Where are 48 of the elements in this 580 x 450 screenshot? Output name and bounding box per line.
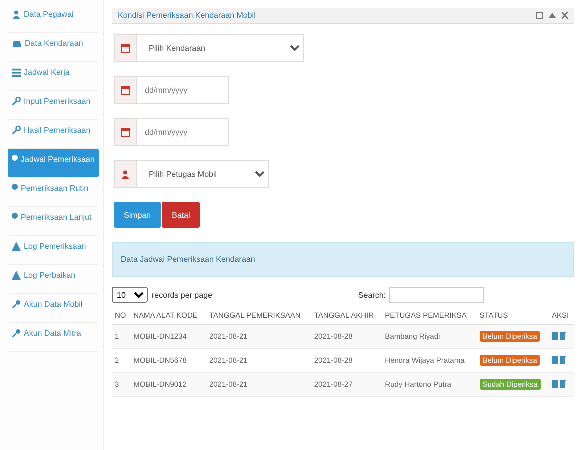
wrench-icon (12, 126, 21, 135)
sidebar-item[interactable]: Pemeriksaan Rutin (8, 178, 99, 207)
calendar-icon (121, 85, 130, 95)
sidebar-item[interactable]: Log Pemeriksaan (8, 236, 99, 265)
wrench-icon (12, 97, 21, 106)
dot-icon (12, 213, 18, 219)
close-icon[interactable] (562, 12, 568, 19)
page-size-label: records per page (152, 290, 212, 300)
dot-icon (12, 184, 18, 190)
list-icon (12, 68, 21, 77)
car-icon (12, 39, 22, 48)
collapse-icon[interactable] (549, 12, 556, 19)
calendar-icon (121, 127, 130, 137)
date-field[interactable]: dd/mm/yyyy (136, 118, 229, 146)
search-label: Search: (358, 290, 386, 300)
person-icon (12, 10, 21, 19)
edit-icon[interactable] (552, 332, 558, 340)
panel-title: Kondisi Pemeriksaan Kendaraan Mobil (118, 11, 256, 20)
calendar-icon (121, 43, 130, 53)
edit-icon[interactable] (552, 380, 558, 388)
sidebar-item[interactable]: Akun Data Mobil (8, 294, 99, 323)
person-icon (121, 170, 130, 178)
sidebar-item[interactable]: Akun Data Mitra (8, 323, 99, 352)
sidebar-item[interactable]: Input Pemeriksaan (8, 91, 99, 120)
trash-icon[interactable] (560, 332, 566, 340)
page-size-select[interactable]: 10 (112, 287, 148, 303)
trash-icon[interactable] (560, 356, 566, 364)
edit-icon[interactable] (552, 356, 558, 364)
save-button[interactable]: Simpan (114, 202, 162, 228)
select-field[interactable]: Pilih Petugas Mobil (136, 160, 269, 188)
expand-icon[interactable] (536, 12, 543, 19)
sidebar-item[interactable]: Jadwal Pemeriksaan (8, 149, 99, 178)
sidebar-item[interactable]: Jadwal Kerja (8, 62, 99, 91)
pin-icon (12, 300, 21, 309)
warning-icon (12, 242, 21, 251)
trash-icon[interactable] (560, 380, 566, 388)
info-banner: Data Jadwal Pemeriksaan Kendaraan (112, 242, 574, 277)
dot-icon (12, 155, 18, 161)
cancel-button[interactable]: Batal (162, 202, 200, 228)
sidebar-item[interactable]: Data Kendaraan (8, 33, 99, 62)
date-field[interactable]: dd/mm/yyyy (136, 76, 229, 104)
search-field[interactable] (389, 287, 484, 303)
pin-icon (12, 329, 21, 338)
sidebar-item[interactable]: Pemeriksaan Lanjut (8, 207, 99, 236)
warning-icon (12, 271, 21, 280)
sidebar-item[interactable]: Log Perbaikan (8, 265, 99, 294)
sidebar-item[interactable]: Data Pegawai (8, 4, 99, 33)
select-field[interactable]: Pilih Kendaraan (136, 34, 304, 62)
